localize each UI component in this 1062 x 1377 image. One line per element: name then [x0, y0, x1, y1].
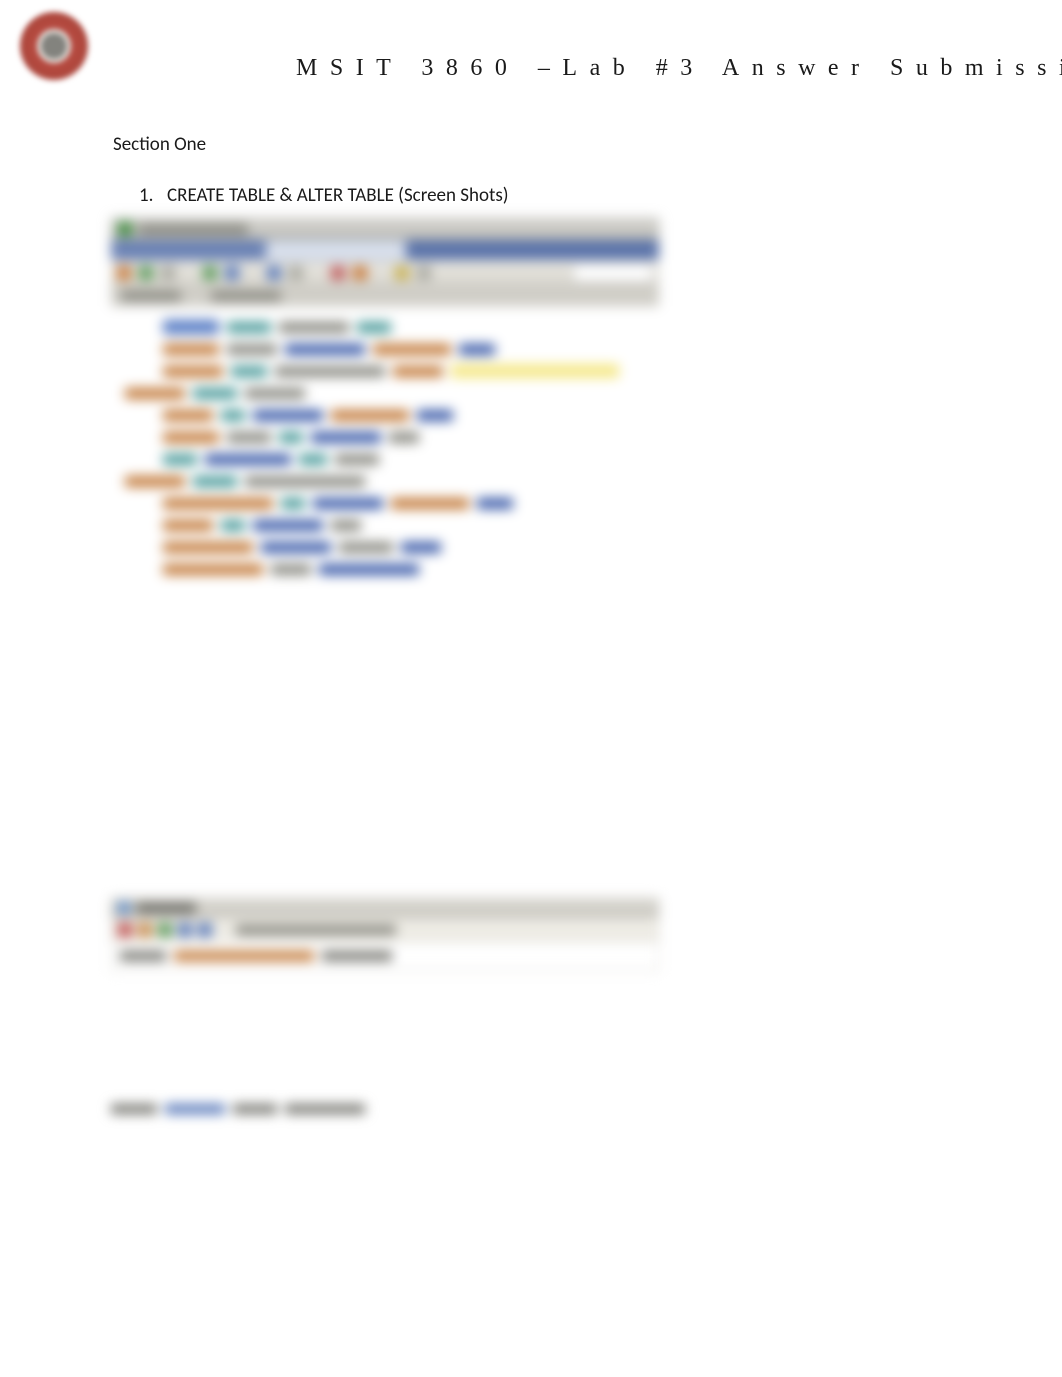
toolbar-icon	[353, 266, 367, 280]
code-line	[125, 360, 645, 382]
code-line	[125, 536, 645, 558]
code-line	[125, 316, 645, 338]
app-icon	[118, 222, 132, 236]
msg-toolbar-icon	[178, 923, 192, 937]
toolbar-icon	[267, 266, 281, 280]
subbar-item	[211, 291, 281, 301]
list-number: 1.	[139, 184, 167, 207]
inactive-tab-area	[406, 240, 659, 260]
code-line	[125, 470, 645, 492]
toolbar-icon	[417, 266, 431, 280]
toolbar-icon	[203, 266, 217, 280]
toolbar-search	[573, 264, 653, 282]
content-area: Section One 1. CREATE TABLE & ALTER TABL…	[113, 133, 963, 207]
code-line	[125, 492, 645, 514]
code-line	[125, 514, 645, 536]
toolbar-icon	[225, 266, 239, 280]
sql-editor-screenshot	[111, 218, 659, 1074]
highlighted-code	[451, 364, 619, 378]
sub-toolbar	[111, 286, 659, 306]
institution-logo	[11, 10, 97, 108]
output-lines	[111, 1098, 659, 1142]
code-editor	[111, 306, 659, 888]
messages-header	[111, 898, 659, 918]
code-line	[125, 448, 645, 470]
output-line	[111, 1098, 659, 1120]
list-item: 1. CREATE TABLE & ALTER TABLE (Screen Sh…	[139, 184, 963, 207]
code-line	[125, 558, 645, 580]
tab-bar	[111, 240, 659, 260]
msg-toolbar-icon	[198, 923, 212, 937]
list-item-text: CREATE TABLE & ALTER TABLE (Screen Shots…	[167, 184, 509, 207]
messages-label	[136, 903, 196, 913]
message-line	[120, 946, 650, 966]
messages-toolbar	[111, 918, 659, 942]
msg-toolbar-icon	[138, 923, 152, 937]
msg-toolbar-icon	[158, 923, 172, 937]
code-line	[125, 426, 645, 448]
toolbar-icon	[289, 266, 303, 280]
messages-body	[111, 942, 659, 971]
msg-toolbar-icon	[118, 923, 132, 937]
keyword-highlight	[163, 320, 219, 334]
subbar-item	[121, 291, 181, 301]
toolbar-icon	[395, 266, 409, 280]
page-title: MSIT 3860 –Lab #3 Answer Submission	[296, 55, 1062, 82]
toolbar-icon	[117, 266, 131, 280]
code-line	[125, 382, 645, 404]
toolbar-icon	[139, 266, 153, 280]
active-tab	[266, 241, 406, 259]
window-title-text	[138, 224, 248, 235]
messages-icon	[118, 902, 130, 914]
toolbar-icon	[161, 266, 175, 280]
window-titlebar	[111, 218, 659, 240]
msg-toolbar-text	[236, 925, 396, 935]
section-heading: Section One	[113, 133, 963, 156]
code-line	[125, 404, 645, 426]
code-line	[125, 338, 645, 360]
toolbar-icon	[331, 266, 345, 280]
toolbar	[111, 260, 659, 286]
